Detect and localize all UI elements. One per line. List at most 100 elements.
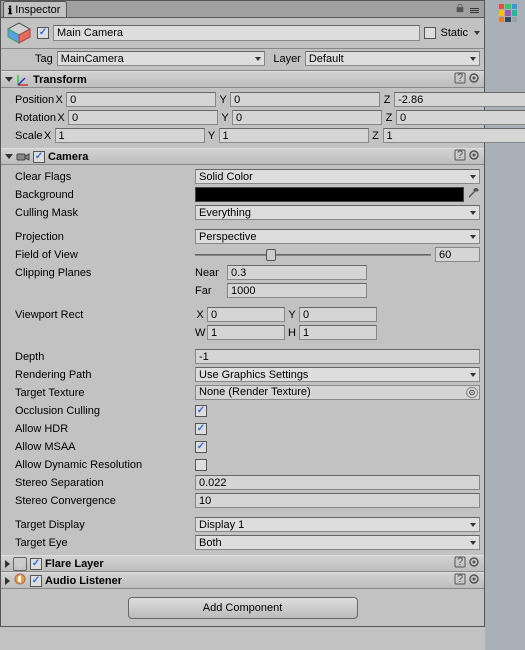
eyedropper-icon[interactable] <box>468 187 480 202</box>
audio-icon <box>13 572 27 589</box>
far-label: Far <box>195 285 225 297</box>
rotation-label: Rotation <box>5 112 56 124</box>
rendering-path-label: Rendering Path <box>5 369 195 381</box>
chevron-down-icon <box>470 541 476 545</box>
fov-input[interactable] <box>435 247 480 262</box>
allow-msaa-label: Allow MSAA <box>5 441 195 453</box>
viewport-h-input[interactable] <box>299 325 377 340</box>
rotation-y-input[interactable] <box>232 110 382 125</box>
tag-layer-row: Tag MainCamera Layer Default <box>1 49 484 71</box>
add-component-button[interactable]: Add Component <box>128 597 358 619</box>
dynamic-res-checkbox[interactable] <box>195 459 207 471</box>
svg-text:?: ? <box>457 556 463 568</box>
static-dropdown-caret[interactable] <box>474 31 480 35</box>
target-texture-field[interactable]: None (Render Texture)⊙ <box>195 385 480 400</box>
target-eye-label: Target Eye <box>5 537 195 549</box>
target-texture-label: Target Texture <box>5 387 195 399</box>
camera-enabled-checkbox[interactable] <box>33 151 45 163</box>
component-title: Transform <box>33 74 87 86</box>
stereo-conv-input[interactable] <box>195 493 480 508</box>
help-icon[interactable]: ? <box>454 72 466 87</box>
component-header-transform[interactable]: Transform ? <box>1 71 484 88</box>
lock-icon[interactable] <box>455 3 465 17</box>
target-display-dropdown[interactable]: Display 1 <box>195 517 480 532</box>
clear-flags-dropdown[interactable]: Solid Color <box>195 169 480 184</box>
tab-inspector[interactable]: Inspector <box>3 1 67 17</box>
culling-mask-label: Culling Mask <box>5 207 195 219</box>
foldout-icon[interactable] <box>5 577 10 585</box>
scale-x-input[interactable] <box>55 128 205 143</box>
component-title: Camera <box>48 151 88 163</box>
viewport-x-input[interactable] <box>207 307 285 322</box>
gameobject-header: Static <box>1 18 484 49</box>
target-eye-dropdown[interactable]: Both <box>195 535 480 550</box>
occlusion-checkbox[interactable] <box>195 405 207 417</box>
chevron-down-icon <box>470 373 476 377</box>
flare-icon <box>13 557 27 571</box>
position-x-input[interactable] <box>66 92 216 107</box>
layer-dropdown[interactable]: Default <box>305 51 480 66</box>
gear-icon[interactable] <box>468 556 480 571</box>
gameobject-icon[interactable] <box>5 21 33 45</box>
dynamic-res-label: Allow Dynamic Resolution <box>5 459 195 471</box>
stereo-conv-label: Stereo Convergence <box>5 495 195 507</box>
foldout-icon[interactable] <box>5 154 13 159</box>
position-z-input[interactable] <box>394 92 525 107</box>
help-icon[interactable]: ? <box>454 573 466 588</box>
gear-icon[interactable] <box>468 573 480 588</box>
active-checkbox[interactable] <box>37 27 49 39</box>
help-icon[interactable]: ? <box>454 556 466 571</box>
chevron-down-icon <box>470 175 476 179</box>
rendering-path-dropdown[interactable]: Use Graphics Settings <box>195 367 480 382</box>
foldout-icon[interactable] <box>5 560 10 568</box>
layout-grid-icon[interactable] <box>499 4 517 22</box>
depth-input[interactable] <box>195 349 480 364</box>
scale-y-input[interactable] <box>219 128 369 143</box>
occlusion-label: Occlusion Culling <box>5 405 195 417</box>
component-header-audio-listener[interactable]: Audio Listener ? <box>1 572 484 589</box>
stereo-sep-input[interactable] <box>195 475 480 490</box>
component-header-flare-layer[interactable]: Flare Layer ? <box>1 555 484 572</box>
axis-x-label: X <box>54 94 64 106</box>
gameobject-name-input[interactable] <box>53 25 420 41</box>
allow-hdr-checkbox[interactable] <box>195 423 207 435</box>
svg-text:?: ? <box>457 72 463 84</box>
position-y-input[interactable] <box>230 92 380 107</box>
flare-enabled-checkbox[interactable] <box>30 558 42 570</box>
inspector-panel: Inspector Static Tag MainCamera Layer De… <box>0 0 485 627</box>
context-menu-icon[interactable] <box>467 3 482 17</box>
component-header-camera[interactable]: Camera ? <box>1 148 484 165</box>
viewport-w-input[interactable] <box>207 325 285 340</box>
projection-label: Projection <box>5 231 195 243</box>
culling-mask-dropdown[interactable]: Everything <box>195 205 480 220</box>
clear-flags-label: Clear Flags <box>5 171 195 183</box>
layer-label: Layer <box>273 53 301 65</box>
clipping-label: Clipping Planes <box>5 267 195 279</box>
static-checkbox[interactable] <box>424 27 436 39</box>
far-input[interactable] <box>227 283 367 298</box>
foldout-icon[interactable] <box>5 77 13 82</box>
scale-label: Scale <box>5 130 43 142</box>
help-icon[interactable]: ? <box>454 149 466 164</box>
near-input[interactable] <box>227 265 367 280</box>
near-label: Near <box>195 267 225 279</box>
rotation-x-input[interactable] <box>68 110 218 125</box>
gear-icon[interactable] <box>468 149 480 164</box>
transform-icon <box>16 73 30 87</box>
viewport-y-input[interactable] <box>299 307 377 322</box>
tag-dropdown[interactable]: MainCamera <box>57 51 266 66</box>
allow-msaa-checkbox[interactable] <box>195 441 207 453</box>
gear-icon[interactable] <box>468 72 480 87</box>
projection-dropdown[interactable]: Perspective <box>195 229 480 244</box>
background-color-field[interactable] <box>195 187 464 202</box>
chevron-down-icon <box>470 523 476 527</box>
object-picker-icon[interactable]: ⊙ <box>466 387 478 398</box>
scale-z-input[interactable] <box>383 128 525 143</box>
chevron-down-icon <box>470 57 476 61</box>
axis-y-label: Y <box>218 94 228 106</box>
audio-enabled-checkbox[interactable] <box>30 575 42 587</box>
background-label: Background <box>5 189 195 201</box>
rotation-z-input[interactable] <box>396 110 525 125</box>
fov-slider[interactable] <box>195 248 431 262</box>
camera-icon <box>16 151 30 163</box>
